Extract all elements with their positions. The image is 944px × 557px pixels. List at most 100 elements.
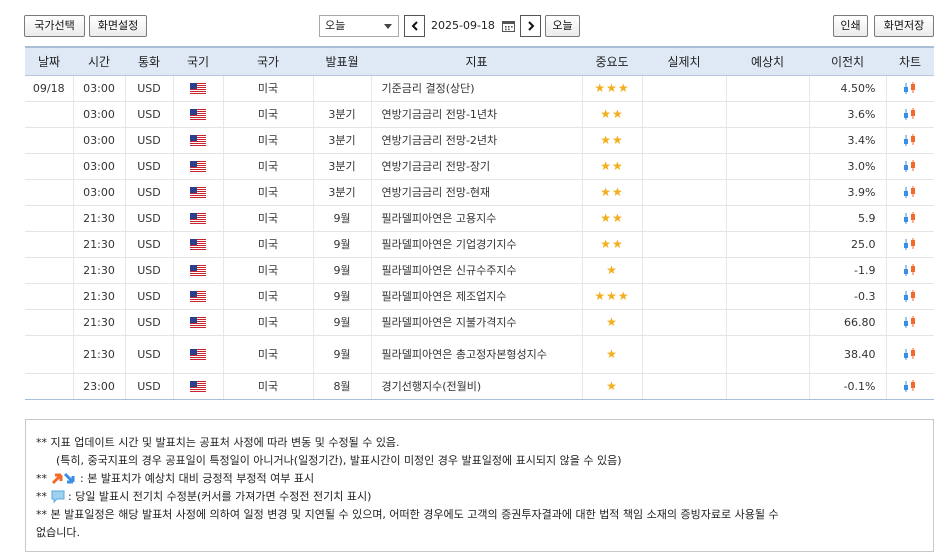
month-cell: 9월 bbox=[312, 335, 371, 374]
indicator-cell: 연방기금금리 전망-현재 bbox=[370, 179, 582, 206]
country-select-button[interactable]: 국가선택 bbox=[24, 15, 85, 37]
chart-icon[interactable] bbox=[902, 81, 918, 95]
forecast-cell bbox=[725, 231, 809, 258]
screen-settings-button[interactable]: 화면설정 bbox=[89, 15, 147, 37]
chart-cell[interactable] bbox=[885, 75, 934, 102]
previous-cell: 3.6% bbox=[808, 101, 886, 128]
flag-cell bbox=[172, 75, 223, 102]
importance-stars: ★★ bbox=[600, 159, 624, 173]
us-flag-icon bbox=[190, 381, 206, 392]
chart-cell[interactable] bbox=[885, 309, 934, 336]
save-screen-button[interactable]: 화면저장 bbox=[874, 15, 934, 37]
forecast-cell bbox=[725, 101, 809, 128]
flag-cell bbox=[172, 127, 223, 154]
table-row[interactable]: 03:00 USD 미국 3분기 연방기금금리 전망-현재 ★★ 3.9% bbox=[25, 179, 934, 206]
country-cell: 미국 bbox=[222, 335, 313, 374]
table-row[interactable]: 09/18 03:00 USD 미국 기준금리 결정(상단) ★★★ 4.50% bbox=[25, 75, 934, 102]
chart-icon[interactable] bbox=[902, 237, 918, 251]
currency-cell: USD bbox=[124, 283, 173, 310]
month-cell: 9월 bbox=[312, 309, 371, 336]
col-header: 날짜 bbox=[25, 47, 73, 76]
col-header: 통화 bbox=[125, 47, 173, 76]
actual-cell bbox=[641, 153, 726, 180]
flag-cell bbox=[172, 205, 223, 232]
us-flag-icon bbox=[190, 135, 206, 146]
table-row[interactable]: 21:30 USD 미국 9월 필라델피아연은 기업경기지수 ★★ 25.0 bbox=[25, 231, 934, 258]
flag-cell bbox=[172, 231, 223, 258]
table-row[interactable]: 03:00 USD 미국 3분기 연방기금금리 전망-장기 ★★ 3.0% bbox=[25, 153, 934, 180]
col-header: 실제치 bbox=[642, 47, 726, 76]
time-cell: 21:30 bbox=[72, 231, 125, 258]
chart-cell[interactable] bbox=[885, 257, 934, 284]
flag-cell bbox=[172, 335, 223, 374]
importance-stars: ★★ bbox=[600, 211, 624, 225]
country-cell: 미국 bbox=[222, 257, 313, 284]
table-row[interactable]: 03:00 USD 미국 3분기 연방기금금리 전망-1년차 ★★ 3.6% bbox=[25, 101, 934, 128]
chart-cell[interactable] bbox=[885, 283, 934, 310]
table-row[interactable]: 23:00 USD 미국 8월 경기선행지수(전월비) ★ -0.1% bbox=[25, 373, 934, 400]
month-cell: 3분기 bbox=[312, 153, 371, 180]
us-flag-icon bbox=[190, 239, 206, 250]
day-select[interactable]: 오늘 bbox=[319, 15, 399, 37]
col-header: 지표 bbox=[371, 47, 582, 76]
table-row[interactable]: 21:30 USD 미국 9월 필라델피아연은 신규수주지수 ★ -1.9 bbox=[25, 257, 934, 284]
previous-cell: 3.9% bbox=[808, 179, 886, 206]
chart-icon[interactable] bbox=[902, 133, 918, 147]
table-row[interactable]: 21:30 USD 미국 9월 필라델피아연은 지불가격지수 ★ 66.80 bbox=[25, 309, 934, 336]
importance-cell: ★ bbox=[581, 373, 642, 400]
country-cell: 미국 bbox=[222, 75, 313, 102]
chart-icon[interactable] bbox=[902, 211, 918, 225]
forecast-cell bbox=[725, 127, 809, 154]
importance-stars: ★★ bbox=[600, 237, 624, 251]
col-header: 중요도 bbox=[582, 47, 642, 76]
today-button[interactable]: 오늘 bbox=[545, 15, 580, 37]
us-flag-icon bbox=[190, 109, 206, 120]
actual-cell bbox=[641, 283, 726, 310]
prev-date-button[interactable] bbox=[404, 15, 425, 37]
next-date-button[interactable] bbox=[520, 15, 541, 37]
note-prefix: ** bbox=[36, 490, 51, 503]
table-row[interactable]: 21:30 USD 미국 9월 필라델피아연은 고용지수 ★★ 5.9 bbox=[25, 205, 934, 232]
chart-icon[interactable] bbox=[902, 379, 918, 393]
currency-cell: USD bbox=[124, 75, 173, 102]
table-row[interactable]: 21:30 USD 미국 9월 필라델피아연은 제조업지수 ★★★ -0.3 bbox=[25, 283, 934, 310]
indicator-cell: 연방기금금리 전망-장기 bbox=[370, 153, 582, 180]
importance-cell: ★★ bbox=[581, 101, 642, 128]
chart-icon[interactable] bbox=[902, 107, 918, 121]
chart-cell[interactable] bbox=[885, 205, 934, 232]
chart-cell[interactable] bbox=[885, 335, 934, 374]
print-button[interactable]: 인쇄 bbox=[833, 15, 868, 37]
note-text: : 당일 발표시 전기치 수정분(커서를 가져가면 수정전 전기치 표시) bbox=[64, 490, 372, 503]
forecast-cell bbox=[725, 205, 809, 232]
chart-icon[interactable] bbox=[902, 347, 918, 361]
importance-cell: ★★ bbox=[581, 179, 642, 206]
actual-cell bbox=[641, 127, 726, 154]
chart-cell[interactable] bbox=[885, 101, 934, 128]
indicator-cell: 필라델피아연은 기업경기지수 bbox=[370, 231, 582, 258]
table-row[interactable]: 21:30 USD 미국 9월 필라델피아연은 총고정자본형성지수 ★ 38.40 bbox=[25, 335, 934, 374]
chart-cell[interactable] bbox=[885, 373, 934, 400]
date-cell bbox=[25, 335, 73, 374]
time-cell: 03:00 bbox=[72, 75, 125, 102]
col-header: 이전치 bbox=[809, 47, 886, 76]
indicator-cell: 필라델피아연은 제조업지수 bbox=[370, 283, 582, 310]
chevron-left-icon bbox=[411, 21, 418, 31]
chart-cell[interactable] bbox=[885, 153, 934, 180]
chart-cell[interactable] bbox=[885, 127, 934, 154]
chart-cell[interactable] bbox=[885, 179, 934, 206]
chart-icon[interactable] bbox=[902, 159, 918, 173]
table-row[interactable]: 03:00 USD 미국 3분기 연방기금금리 전망-2년차 ★★ 3.4% bbox=[25, 127, 934, 154]
actual-cell bbox=[641, 101, 726, 128]
chart-icon[interactable] bbox=[902, 185, 918, 199]
col-header: 차트 bbox=[886, 47, 934, 76]
chart-icon[interactable] bbox=[902, 315, 918, 329]
chart-icon[interactable] bbox=[902, 289, 918, 303]
date-field[interactable]: 2025-09-18 bbox=[427, 15, 517, 37]
calendar-icon[interactable] bbox=[502, 20, 515, 32]
chart-icon[interactable] bbox=[902, 263, 918, 277]
chart-cell[interactable] bbox=[885, 231, 934, 258]
month-cell: 9월 bbox=[312, 283, 371, 310]
country-cell: 미국 bbox=[222, 179, 313, 206]
importance-cell: ★ bbox=[581, 257, 642, 284]
note-line: (특히, 중국지표의 경우 공표일이 특정일이 아니거나(일정기간), 발표시간… bbox=[56, 454, 622, 467]
